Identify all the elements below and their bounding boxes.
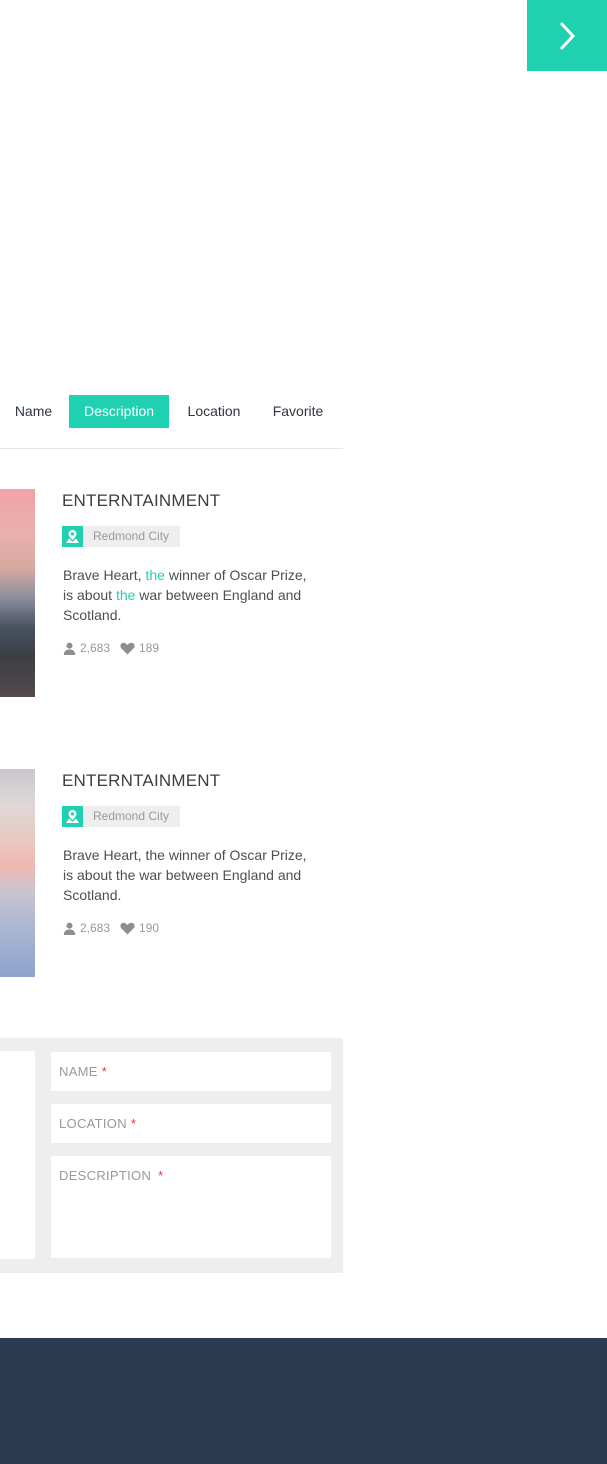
card-description: Brave Heart, the winner of Oscar Prize, … bbox=[63, 847, 307, 903]
image-upload-area[interactable] bbox=[0, 1051, 35, 1259]
next-button[interactable] bbox=[527, 0, 607, 71]
desc-highlight: the bbox=[115, 587, 136, 603]
required-mark: * bbox=[130, 1116, 137, 1131]
location-label-text: LOCATION bbox=[59, 1116, 127, 1131]
card-thumbnail[interactable] bbox=[0, 769, 35, 977]
location-badge: Redmond City bbox=[62, 526, 180, 547]
sort-tabs: Name Description Location Favorite bbox=[0, 395, 343, 428]
desc-highlight: the bbox=[145, 567, 165, 583]
desc-text: Brave Heart, bbox=[63, 567, 146, 583]
tab-location[interactable]: Location bbox=[171, 395, 257, 428]
chevron-right-icon bbox=[559, 21, 576, 50]
location-field[interactable]: LOCATION * bbox=[51, 1104, 331, 1143]
likes-stat[interactable]: 190 bbox=[120, 921, 159, 935]
card-thumbnail[interactable] bbox=[0, 489, 35, 697]
likes-stat[interactable]: 189 bbox=[120, 641, 159, 655]
name-label-text: NAME bbox=[59, 1064, 98, 1079]
tab-name[interactable]: Name bbox=[0, 395, 67, 428]
card-title[interactable]: ENTERNTAINMENT bbox=[62, 771, 220, 791]
description-label-text: DESCRIPTION bbox=[59, 1168, 152, 1183]
card-description: Brave Heart, the winner of Oscar Prize, … bbox=[63, 565, 313, 625]
tab-description[interactable]: Description bbox=[69, 395, 169, 428]
name-field[interactable]: NAME * bbox=[51, 1052, 331, 1091]
card-title[interactable]: ENTERNTAINMENT bbox=[62, 491, 220, 511]
views-stat: 2,683 bbox=[63, 641, 110, 655]
list-item[interactable]: ENTERNTAINMENT Redmond City Brave Heart,… bbox=[0, 489, 343, 697]
list-item[interactable]: ENTERNTAINMENT Redmond City Brave Heart,… bbox=[0, 769, 343, 977]
map-pin-icon bbox=[62, 806, 83, 827]
location-field-label: LOCATION * bbox=[59, 1116, 136, 1131]
likes-count: 190 bbox=[139, 921, 160, 935]
description-field[interactable]: DESCRIPTION * bbox=[51, 1156, 331, 1258]
description-field-label: DESCRIPTION * bbox=[59, 1168, 164, 1183]
views-count: 2,683 bbox=[80, 921, 111, 935]
name-field-label: NAME * bbox=[59, 1064, 107, 1079]
heart-icon bbox=[120, 922, 135, 934]
add-entry-form: NAME * LOCATION * DESCRIPTION * bbox=[0, 1038, 343, 1273]
required-mark: * bbox=[158, 1168, 164, 1183]
required-mark: * bbox=[101, 1064, 108, 1079]
user-icon bbox=[63, 922, 76, 935]
user-icon bbox=[63, 642, 76, 655]
location-label: Redmond City bbox=[93, 809, 170, 823]
heart-icon bbox=[120, 642, 135, 654]
location-badge: Redmond City bbox=[62, 806, 180, 827]
likes-count: 189 bbox=[139, 641, 160, 655]
views-count: 2,683 bbox=[80, 641, 111, 655]
tab-favorite[interactable]: Favorite bbox=[259, 395, 337, 428]
location-label: Redmond City bbox=[93, 529, 170, 543]
map-pin-icon bbox=[62, 526, 83, 547]
footer bbox=[0, 1338, 607, 1464]
tabs-divider bbox=[0, 448, 343, 449]
views-stat: 2,683 bbox=[63, 921, 110, 935]
